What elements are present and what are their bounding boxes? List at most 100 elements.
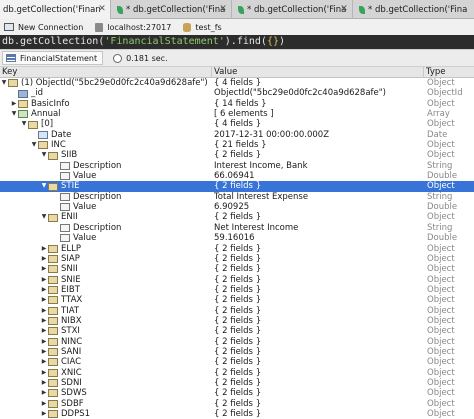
tree-row[interactable]: ▼ INC { 21 fields } Object xyxy=(0,140,474,150)
collapsed-arrow-icon[interactable]: ▶ xyxy=(40,388,48,398)
collapsed-arrow-icon[interactable]: ▶ xyxy=(40,347,48,357)
server-icon xyxy=(95,22,104,32)
tree-row[interactable]: _id ObjectId("5bc29e0d0fc2c40a9d628afe") O… xyxy=(0,88,474,98)
tree-row-type: Object xyxy=(427,367,455,378)
tree-row[interactable]: ▼ [0] { 4 fields } Object xyxy=(0,119,474,129)
mongodb-leaf-icon xyxy=(238,5,244,14)
tree-row[interactable]: ▶ TIAT { 2 fields } Object xyxy=(0,306,474,316)
tree-row-key: ▼ (1) ObjectId("5bc29e0d0fc2c40a9d628afe"… xyxy=(0,78,212,88)
collapsed-arrow-icon[interactable]: ▶ xyxy=(40,316,48,326)
object-icon xyxy=(48,265,58,274)
collapsed-arrow-icon[interactable]: ▶ xyxy=(40,295,48,305)
tree-row[interactable]: ▶ SDBF { 2 fields } Object xyxy=(0,399,474,409)
tree-row-value: { 2 fields } xyxy=(214,326,262,337)
tab-query-1[interactable]: db.getCollection('Finan ✕ xyxy=(0,0,111,19)
object-icon xyxy=(48,348,58,357)
tree-row[interactable]: ▶ SDNI { 2 fields } Object xyxy=(0,378,474,388)
tree-row[interactable]: Value 59.16016 Double xyxy=(0,233,474,243)
expanded-arrow-icon[interactable]: ▼ xyxy=(40,181,48,191)
tree-row-value: { 2 fields } xyxy=(214,367,262,378)
tree-row-value: { 4 fields } xyxy=(214,119,262,130)
tree-row[interactable]: ▶ DDPS1 { 2 fields } Object xyxy=(0,409,474,419)
tree-row[interactable]: ▶ NINC { 2 fields } Object xyxy=(0,337,474,347)
tree-row-value: { 2 fields } xyxy=(214,253,262,264)
collapsed-arrow-icon[interactable]: ▶ xyxy=(10,99,18,109)
tree-row-key: ▶ EIBT xyxy=(0,285,212,295)
expanded-arrow-icon[interactable]: ▼ xyxy=(20,119,28,129)
tab-label: * db.getCollection('Fina xyxy=(126,4,226,15)
collapsed-arrow-icon[interactable]: ▶ xyxy=(40,244,48,254)
tree-row[interactable]: ▶ STXI { 2 fields } Object xyxy=(0,326,474,336)
tree-row[interactable]: ▶ XNIC { 2 fields } Object xyxy=(0,368,474,378)
column-header-key[interactable]: Key xyxy=(0,67,212,78)
collapsed-arrow-icon[interactable]: ▶ xyxy=(40,285,48,295)
server-item[interactable]: localhost:27017 xyxy=(95,22,171,32)
expanded-arrow-icon[interactable]: ▼ xyxy=(40,150,48,160)
tree-row[interactable]: ▶ TTAX { 2 fields } Object xyxy=(0,295,474,305)
collapsed-arrow-icon[interactable]: ▶ xyxy=(40,409,48,419)
tree-row[interactable]: Description Net Interest Income String xyxy=(0,223,474,233)
tree-row-key: ▶ XNIC xyxy=(0,368,212,378)
tree-row[interactable]: Value 66.06941 Double xyxy=(0,171,474,181)
tree-row-key-label: Value xyxy=(73,171,97,182)
tree-row-key-label: SDWS xyxy=(61,388,87,399)
tree-row-type: Object xyxy=(427,98,455,109)
tree-row-value: 59.16016 xyxy=(214,233,255,244)
collapsed-arrow-icon[interactable]: ▶ xyxy=(40,275,48,285)
expanded-arrow-icon[interactable]: ▼ xyxy=(30,140,38,150)
tree-row[interactable]: ▶ EIBT { 2 fields } Object xyxy=(0,285,474,295)
collapsed-arrow-icon[interactable]: ▶ xyxy=(40,337,48,347)
close-icon[interactable]: ✕ xyxy=(339,4,349,14)
expanded-arrow-icon[interactable]: ▼ xyxy=(10,109,18,119)
tree-row[interactable]: ▶ SNII { 2 fields } Object xyxy=(0,264,474,274)
column-header-type[interactable]: Type xyxy=(424,67,474,78)
collapsed-arrow-icon[interactable]: ▶ xyxy=(40,378,48,388)
collapsed-arrow-icon[interactable]: ▶ xyxy=(40,326,48,336)
tree-row[interactable]: ▶ SIAP { 2 fields } Object xyxy=(0,254,474,264)
tree-row[interactable]: ▼ SIIB { 2 fields } Object xyxy=(0,150,474,160)
tree-row-key-label: CIAC xyxy=(61,357,82,368)
collapsed-arrow-icon[interactable]: ▶ xyxy=(40,368,48,378)
tree-row[interactable]: ▼ STIE { 2 fields } Object xyxy=(0,181,474,192)
tree-row-key-label: Annual xyxy=(31,109,61,120)
database-item[interactable]: test_fs xyxy=(183,22,222,32)
tree-row[interactable]: ▶ CIAC { 2 fields } Object xyxy=(0,357,474,367)
close-icon[interactable]: ✕ xyxy=(218,4,228,14)
column-header-value[interactable]: Value xyxy=(212,67,424,78)
tab-query-2[interactable]: * db.getCollection('Fina ✕ xyxy=(111,0,232,19)
collapsed-arrow-icon[interactable]: ▶ xyxy=(40,254,48,264)
expanded-arrow-icon[interactable]: ▼ xyxy=(40,212,48,222)
expanded-arrow-icon[interactable]: ▼ xyxy=(0,78,8,88)
collapsed-arrow-icon[interactable]: ▶ xyxy=(40,399,48,409)
tree-row-key-label: Value xyxy=(73,202,97,213)
tree-row[interactable]: ▶ SNIE { 2 fields } Object xyxy=(0,275,474,285)
tree-row-key-label: SDNI xyxy=(61,377,82,388)
tree-row[interactable]: ▶ BasicInfo { 14 fields } Object xyxy=(0,99,474,109)
tree-row-key: ▶ SNII xyxy=(0,264,212,274)
tree-row[interactable]: ▼ ENII { 2 fields } Object xyxy=(0,212,474,222)
result-tree[interactable]: ▼ (1) ObjectId("5bc29e0d0fc2c40a9d628afe"… xyxy=(0,78,474,419)
tree-row[interactable]: ▼ Annual [ 6 elements ] Array xyxy=(0,109,474,119)
new-connection-item[interactable]: New Connection xyxy=(4,23,83,32)
query-editor[interactable]: db.getCollection('FinancialStatement').f… xyxy=(0,35,474,49)
tree-row-type: Object xyxy=(427,295,455,306)
tree-row[interactable]: ▶ ELLP { 2 fields } Object xyxy=(0,244,474,254)
result-collection[interactable]: FinancialStatement xyxy=(2,51,104,65)
tree-row[interactable]: ▼ (1) ObjectId("5bc29e0d0fc2c40a9d628afe"… xyxy=(0,78,474,88)
tree-row[interactable]: Description Interest Income, Bank String xyxy=(0,161,474,171)
collapsed-arrow-icon[interactable]: ▶ xyxy=(40,357,48,367)
tab-query-3[interactable]: * db.getCollection('Fina ✕ xyxy=(232,0,353,19)
tree-row-key-label: INC xyxy=(51,140,66,151)
tab-query-4[interactable]: * db.getCollection('Fina xyxy=(353,0,474,19)
tree-row[interactable]: Date 2017-12-31 00:00:00.000Z Date xyxy=(0,130,474,140)
close-icon[interactable]: ✕ xyxy=(97,4,107,14)
collapsed-arrow-icon[interactable]: ▶ xyxy=(40,264,48,274)
tree-row[interactable]: Value 6.90925 Double xyxy=(0,202,474,212)
tree-row[interactable]: ▶ NIBX { 2 fields } Object xyxy=(0,316,474,326)
tree-row-key: ▶ TTAX xyxy=(0,295,212,305)
tree-row-value: { 2 fields } xyxy=(214,243,262,254)
tree-row[interactable]: ▶ SANI { 2 fields } Object xyxy=(0,347,474,357)
collapsed-arrow-icon[interactable]: ▶ xyxy=(40,306,48,316)
tree-row[interactable]: ▶ SDWS { 2 fields } Object xyxy=(0,388,474,398)
tree-row[interactable]: Description Total Interest Expense String xyxy=(0,192,474,202)
